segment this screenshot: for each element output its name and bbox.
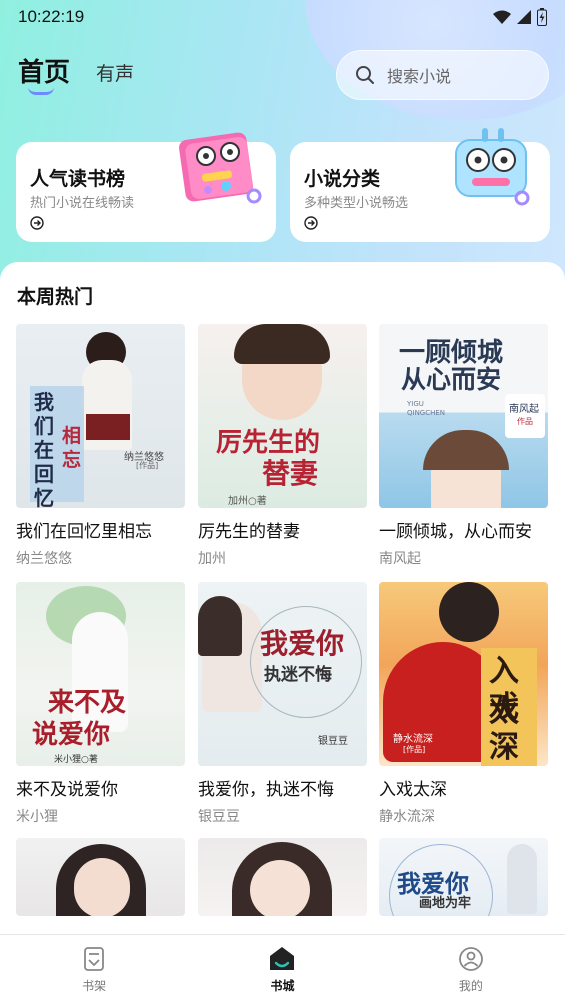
book-author: 米小狸 [16,809,58,825]
nav-label: 书城 [270,979,295,993]
book-author: 银豆豆 [198,809,240,825]
book-title: 一顾倾城，从心而安 [379,522,532,542]
profile-icon [458,947,483,971]
top-tabs: 首页 有声 [18,52,134,95]
battery-icon [537,8,547,26]
book-card[interactable]: 来不及 说爱你 米小狸○著 来不及说爱你 米小狸 [16,582,185,826]
book-card[interactable]: 厉先生的 替妻 加州○著 厉先生的替妻 加州 [198,324,367,568]
search-placeholder: 搜索小说 [387,67,452,86]
cover-pinyin: YIGU QINGCHEN [407,400,446,417]
search-input[interactable]: 搜索小说 [336,50,549,100]
bookshelf-icon [84,947,105,971]
book-card[interactable]: 我爱你 执迷不悔 银豆豆 我爱你，执迷不悔 银豆豆 [198,582,367,826]
tab-active-indicator [28,87,54,95]
cover-author-tag: [作品] [403,745,426,754]
book-cover[interactable] [198,838,367,916]
tab-home[interactable]: 首页 [18,52,71,95]
arrow-right-circle-icon [30,216,44,230]
signal-icon [517,10,531,24]
status-icons [493,8,547,26]
book-card[interactable]: 我们在回忆里 相忘 纳兰悠悠 [作品] 我们在回忆里相忘 纳兰悠悠 [16,324,185,568]
book-cover[interactable]: 我爱你 画地为牢 [379,838,548,916]
cover-title-2: 从心而安 [401,365,502,394]
robot-mascot-icon [455,128,530,206]
book-card[interactable]: 入戏 太深 静水流深 [作品] 入戏太深 静水流深 [379,582,548,826]
promo-card-popular[interactable]: 人气读书榜 热门小说在线畅读 [16,132,276,242]
book-author: 加州 [198,551,226,567]
book-cover[interactable]: 我爱你 执迷不悔 银豆豆 [198,582,367,766]
book-author: 纳兰悠悠 [16,551,72,567]
cover-title-2: 替妻 [262,457,319,490]
book-card[interactable]: 一顾倾城 从心而安 YIGU QINGCHEN 南风起 作品 一顾倾城，从心而安… [379,324,548,568]
cover-author: 银豆豆 [318,736,348,747]
promo-subtitle: 多种类型小说畅选 [304,196,409,211]
wifi-icon [493,10,511,24]
cover-title: 我爱你 [260,627,345,660]
cover-title-2: 说爱你 [32,720,111,750]
bottom-nav: 书架 书城 我的 [0,934,565,1004]
book-title: 我爱你，执迷不悔 [198,780,334,800]
cover-author: 加州○著 [228,496,267,507]
nav-label: 书架 [82,979,107,993]
book-mascot-icon [179,132,262,204]
book-cover[interactable]: 厉先生的 替妻 加州○著 [198,324,367,508]
nav-bookshelf[interactable]: 书架 [0,935,188,1004]
bookstore-icon [270,947,295,970]
section-title: 本周热门 [17,286,94,308]
status-bar: 10:22:19 [0,0,565,34]
cover-title-2: 太深 [489,694,519,765]
status-time: 10:22:19 [18,7,85,26]
book-title: 来不及说爱你 [16,780,118,800]
promo-subtitle: 热门小说在线畅读 [30,196,135,211]
book-title: 我们在回忆里相忘 [16,522,152,542]
book-card[interactable]: 我爱你 画地为牢 [379,838,548,916]
cover-author-tag: [作品] [136,461,159,470]
book-cover[interactable]: 来不及 说爱你 米小狸○著 [16,582,185,766]
book-title: 入戏太深 [379,780,447,800]
book-cover[interactable] [16,838,185,916]
book-cover[interactable]: 入戏 太深 静水流深 [作品] [379,582,548,766]
cover-title: 我们在回忆里 [34,390,54,508]
cover-author: 静水流深 [393,734,433,745]
book-card[interactable] [16,838,185,916]
cover-author: 米小狸○著 [54,755,98,765]
tab-audio[interactable]: 有声 [96,59,134,89]
promo-title: 小说分类 [304,168,381,190]
cover-title-2: 执迷不悔 [264,665,332,685]
arrow-right-circle-icon [304,216,318,230]
main-content: 本周热门 我们在回忆里 相忘 纳兰悠悠 [作品] 我们在回忆里相忘 纳兰悠悠 厉… [0,262,565,934]
cover-author: 南风起 [509,404,539,415]
book-card[interactable] [198,838,367,916]
book-title: 厉先生的替妻 [198,522,300,542]
cover-title-2: 画地为牢 [419,896,472,911]
cover-title-2: 相忘 [62,425,82,471]
book-cover[interactable]: 一顾倾城 从心而安 YIGU QINGCHEN 南风起 作品 [379,324,548,508]
book-author: 静水流深 [379,809,435,825]
nav-label: 我的 [458,979,483,993]
promo-card-category[interactable]: 小说分类 多种类型小说畅选 [290,128,550,242]
nav-profile[interactable]: 我的 [377,935,565,1004]
search-icon [356,66,374,84]
nav-bookstore[interactable]: 书城 [188,935,376,1004]
book-cover[interactable]: 我们在回忆里 相忘 纳兰悠悠 [作品] [16,324,185,508]
tab-home-label: 首页 [18,58,71,88]
book-author: 南风起 [379,551,421,567]
promo-title: 人气读书榜 [30,168,126,190]
cover-author-tag: 作品 [517,417,533,426]
